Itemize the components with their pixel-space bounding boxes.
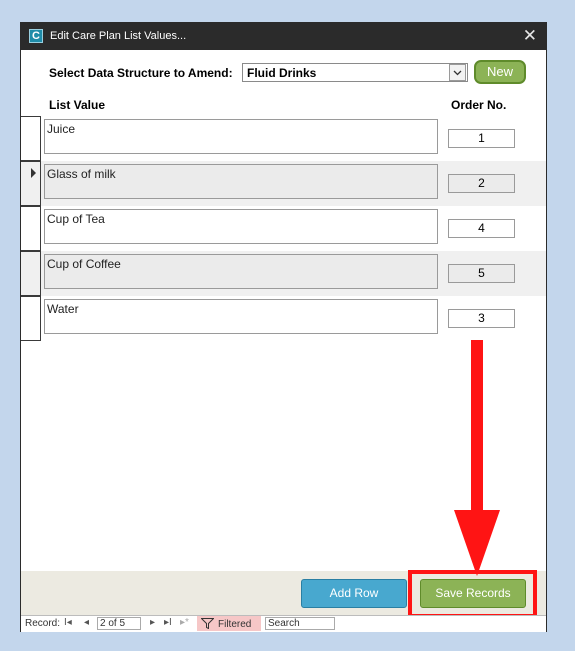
new-record-icon[interactable]: ▸* <box>180 617 189 628</box>
table-row: Glass of milk 2 <box>21 161 546 206</box>
list-value-field[interactable]: Cup of Tea <box>44 209 438 244</box>
table-row: Water 3 <box>21 296 546 341</box>
record-label: Record: <box>25 618 61 629</box>
previous-record-icon[interactable]: ◂ <box>84 617 89 628</box>
data-structure-label: Select Data Structure to Amend: <box>49 66 233 80</box>
first-record-icon[interactable]: I◂ <box>64 617 72 628</box>
red-down-arrow-icon <box>454 340 500 576</box>
data-structure-combo[interactable]: Fluid Drinks <box>242 63 468 82</box>
list-value-field[interactable]: Cup of Coffee <box>44 254 438 289</box>
filtered-toggle[interactable]: Filtered <box>197 616 261 631</box>
list-value-header: List Value <box>49 98 106 112</box>
order-no-field[interactable]: 1 <box>448 129 515 148</box>
order-no-field[interactable]: 2 <box>448 174 515 193</box>
record-selector[interactable] <box>21 296 41 341</box>
record-selector[interactable] <box>21 251 41 296</box>
table-row: Cup of Coffee 5 <box>21 251 546 296</box>
title-bar: C Edit Care Plan List Values... ✕ <box>21 23 546 50</box>
table-row: Juice 1 <box>21 116 546 161</box>
record-selector[interactable] <box>21 161 41 206</box>
order-no-field[interactable]: 4 <box>448 219 515 238</box>
list-value-field[interactable]: Water <box>44 299 438 334</box>
last-record-icon[interactable]: ▸I <box>164 617 172 628</box>
filter-icon <box>201 618 214 629</box>
record-navigation-bar: Record: I◂ ◂ 2 of 5 ▸ ▸I ▸* Filtered Sea… <box>21 615 546 632</box>
order-no-field[interactable]: 5 <box>448 264 515 283</box>
order-no-header: Order No. <box>451 98 507 112</box>
next-record-icon[interactable]: ▸ <box>150 617 155 628</box>
record-selector[interactable] <box>21 116 41 161</box>
data-structure-value: Fluid Drinks <box>247 66 317 80</box>
record-selector[interactable] <box>21 206 41 251</box>
record-position-field[interactable]: 2 of 5 <box>97 617 141 630</box>
list-value-field[interactable]: Glass of milk <box>44 164 438 199</box>
add-row-button[interactable]: Add Row <box>301 579 407 608</box>
app-icon: C <box>29 29 43 43</box>
search-input[interactable]: Search <box>265 617 335 630</box>
close-icon[interactable]: ✕ <box>523 26 537 46</box>
order-no-field[interactable]: 3 <box>448 309 515 328</box>
table-row: Cup of Tea 4 <box>21 206 546 251</box>
current-record-arrow-icon <box>31 168 36 178</box>
new-button[interactable]: New <box>474 60 526 84</box>
window-title: Edit Care Plan List Values... <box>50 30 187 42</box>
filtered-label: Filtered <box>218 619 252 630</box>
list-value-field[interactable]: Juice <box>44 119 438 154</box>
dropdown-chevron-icon[interactable] <box>449 64 466 81</box>
